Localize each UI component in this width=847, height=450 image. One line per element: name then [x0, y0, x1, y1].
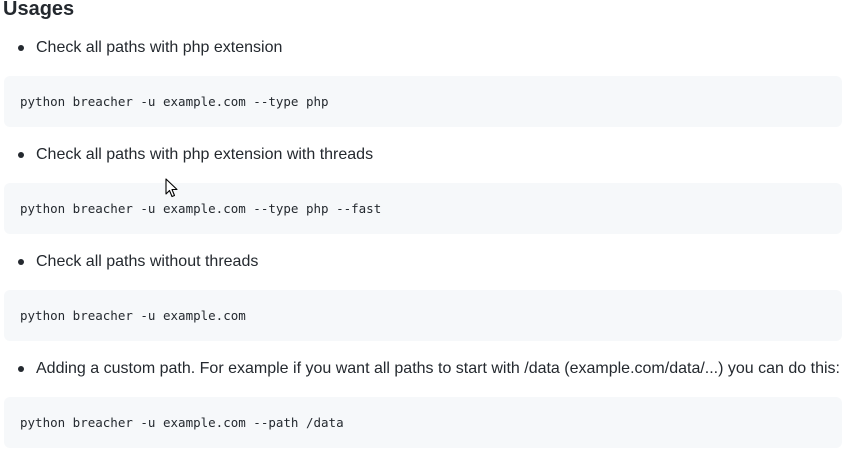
- code-block[interactable]: python breacher -u example.com --type ph…: [4, 76, 842, 127]
- bullet-icon: [18, 366, 24, 372]
- bullet-icon: [18, 259, 24, 265]
- code-block[interactable]: python breacher -u example.com --type ph…: [4, 183, 842, 234]
- code-command[interactable]: python breacher -u example.com --path /d…: [20, 415, 344, 430]
- usage-description: Adding a custom path. For example if you…: [36, 360, 840, 377]
- bullet-icon: [18, 45, 24, 51]
- usage-description: Check all paths without threads: [36, 253, 259, 270]
- code-command[interactable]: python breacher -u example.com: [20, 308, 246, 323]
- code-block[interactable]: python breacher -u example.com: [4, 290, 842, 341]
- code-block[interactable]: python breacher -u example.com --path /d…: [4, 397, 842, 448]
- mouse-pointer-icon: [165, 178, 178, 198]
- code-command[interactable]: python breacher -u example.com --type ph…: [20, 201, 381, 216]
- usage-description: Check all paths with php extension with …: [36, 146, 374, 163]
- code-command[interactable]: python breacher -u example.com --type ph…: [20, 94, 329, 109]
- usage-description: Check all paths with php extension: [36, 39, 283, 56]
- bullet-icon: [18, 152, 24, 158]
- section-heading: Usages: [3, 0, 75, 20]
